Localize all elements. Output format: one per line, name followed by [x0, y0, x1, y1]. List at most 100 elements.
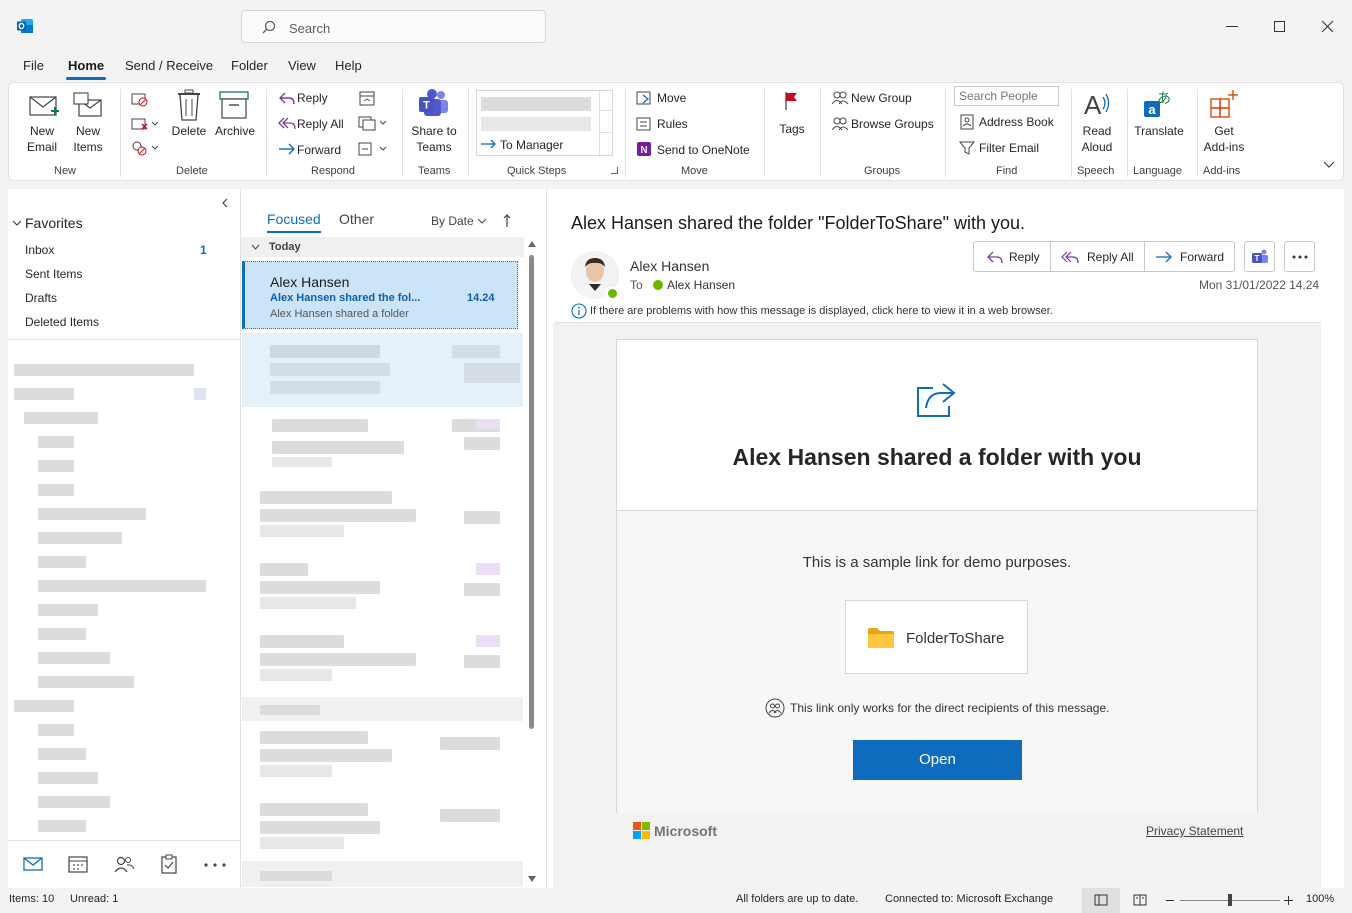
- menu-send-receive[interactable]: Send / Receive: [125, 58, 213, 73]
- recipient-name[interactable]: Alex Hansen: [667, 278, 735, 292]
- new-group-icon: [831, 90, 849, 106]
- filter-email-button[interactable]: Filter Email: [979, 141, 1039, 155]
- ribbon-collapse-icon[interactable]: [1323, 161, 1335, 169]
- folder-deleted-items[interactable]: Deleted Items: [25, 315, 99, 329]
- reply-all-button[interactable]: Reply All: [297, 117, 344, 131]
- archive-button[interactable]: Archive: [213, 123, 257, 139]
- zoom-slider-thumb[interactable]: [1228, 894, 1232, 906]
- reading-view-icon[interactable]: [1133, 894, 1147, 906]
- dialog-launcher-icon[interactable]: [611, 167, 618, 174]
- folder-link[interactable]: FolderToShare: [845, 600, 1028, 674]
- group-header[interactable]: [242, 861, 523, 887]
- folder-name: FolderToShare: [906, 630, 1005, 647]
- new-email-button[interactable]: New Email: [23, 123, 61, 155]
- mail-nav-icon[interactable]: [23, 856, 43, 872]
- zoom-level[interactable]: 100%: [1306, 893, 1334, 905]
- link-note: This link only works for the direct reci…: [790, 701, 1110, 715]
- junk-icon[interactable]: [131, 140, 161, 156]
- zoom-in-button[interactable]: [1284, 896, 1293, 905]
- maximize-button[interactable]: [1274, 21, 1285, 32]
- collapse-pane-icon[interactable]: [221, 198, 229, 208]
- info-bar[interactable]: If there are problems with how this mess…: [590, 305, 1053, 317]
- scroll-down-icon[interactable]: [528, 876, 536, 882]
- teams-chat-button[interactable]: T: [1244, 241, 1275, 272]
- scroll-up-icon[interactable]: [528, 241, 536, 247]
- group-header-today[interactable]: Today: [241, 237, 524, 257]
- read-aloud-icon: A: [1083, 89, 1113, 119]
- browse-groups-button[interactable]: Browse Groups: [851, 117, 934, 131]
- group-label-new: New: [54, 165, 77, 177]
- favorites-header[interactable]: Favorites: [25, 215, 83, 231]
- menu-file[interactable]: File: [23, 58, 44, 73]
- rules-button[interactable]: Rules: [657, 117, 688, 131]
- reading-reply-all-button[interactable]: Reply All: [1050, 241, 1145, 272]
- normal-view-button[interactable]: [1082, 888, 1120, 913]
- menu-view[interactable]: View: [288, 58, 316, 73]
- ignore-icon[interactable]: [131, 91, 149, 107]
- forward-button[interactable]: Forward: [297, 143, 341, 157]
- quick-step-to-manager[interactable]: To Manager: [500, 138, 563, 152]
- open-button[interactable]: Open: [853, 740, 1022, 780]
- calendar-nav-icon[interactable]: [68, 855, 88, 873]
- group-header[interactable]: [242, 697, 523, 721]
- new-group-button[interactable]: New Group: [851, 91, 912, 105]
- message-item[interactable]: [242, 333, 523, 407]
- message-item[interactable]: [242, 411, 523, 477]
- message-item[interactable]: [242, 557, 523, 623]
- privacy-statement-link[interactable]: Privacy Statement: [1146, 824, 1243, 838]
- get-add-ins-button[interactable]: Get Add-ins: [1203, 123, 1245, 155]
- clean-up-icon[interactable]: [131, 116, 161, 132]
- quick-steps-gallery[interactable]: To Manager: [476, 90, 613, 157]
- folder-sent-items[interactable]: Sent Items: [25, 267, 82, 281]
- message-item[interactable]: [242, 485, 523, 551]
- message-item[interactable]: [242, 725, 523, 791]
- folder-drafts[interactable]: Drafts: [25, 291, 57, 305]
- status-connection[interactable]: Connected to: Microsoft Exchange: [885, 893, 1053, 905]
- zoom-out-button[interactable]: [1166, 900, 1174, 901]
- folder-inbox[interactable]: Inbox: [25, 243, 54, 257]
- minimize-button[interactable]: [1226, 26, 1238, 27]
- message-list-scrollbar[interactable]: [527, 241, 537, 886]
- sender-name[interactable]: Alex Hansen: [630, 258, 709, 274]
- tab-other[interactable]: Other: [339, 211, 374, 227]
- menu-help[interactable]: Help: [335, 58, 362, 73]
- message-item[interactable]: [242, 797, 523, 857]
- move-button[interactable]: Move: [657, 91, 686, 105]
- reading-forward-button[interactable]: Forward: [1144, 241, 1235, 272]
- chevron-down-icon[interactable]: [12, 219, 22, 227]
- send-to-onenote-button[interactable]: Send to OneNote: [657, 143, 750, 157]
- meeting-icon[interactable]: [358, 89, 376, 107]
- reply-button[interactable]: Reply: [297, 91, 328, 105]
- read-aloud-button[interactable]: Read Aloud: [1077, 123, 1117, 155]
- tab-focused[interactable]: Focused: [267, 211, 321, 227]
- tasks-nav-icon[interactable]: [161, 854, 177, 874]
- close-button[interactable]: [1321, 20, 1334, 33]
- message-item-selected[interactable]: Alex Hansen Alex Hansen shared the fol..…: [242, 261, 518, 329]
- scroll-thumb[interactable]: [529, 255, 534, 729]
- reply-icon: [986, 250, 1004, 264]
- more-respond-icon[interactable]: [358, 141, 390, 157]
- delete-button[interactable]: Delete: [171, 123, 207, 139]
- reading-reply-button[interactable]: Reply: [973, 241, 1051, 272]
- svg-text:T: T: [1255, 254, 1260, 263]
- message-item[interactable]: [242, 629, 523, 695]
- separator: [120, 89, 121, 177]
- people-nav-icon[interactable]: [113, 855, 135, 873]
- address-book-button[interactable]: Address Book: [979, 115, 1054, 129]
- svg-text:N: N: [640, 145, 647, 156]
- im-icon[interactable]: [358, 115, 390, 131]
- search-box[interactable]: Search: [241, 10, 546, 43]
- translate-button[interactable]: Translate: [1131, 123, 1187, 139]
- gallery-scroll[interactable]: [599, 91, 613, 157]
- more-actions-button[interactable]: [1284, 241, 1315, 272]
- more-nav-icon[interactable]: [204, 863, 226, 867]
- sort-direction-icon[interactable]: [503, 213, 511, 227]
- forward-icon: [1155, 250, 1173, 264]
- new-items-button[interactable]: New Items: [69, 123, 107, 155]
- menu-home[interactable]: Home: [68, 58, 104, 73]
- sort-dropdown[interactable]: By Date: [431, 214, 474, 228]
- search-people-input[interactable]: Search People: [954, 86, 1059, 106]
- menu-folder[interactable]: Folder: [231, 58, 268, 73]
- tags-button[interactable]: Tags: [775, 121, 809, 137]
- share-to-teams-button[interactable]: Share to Teams: [410, 123, 458, 155]
